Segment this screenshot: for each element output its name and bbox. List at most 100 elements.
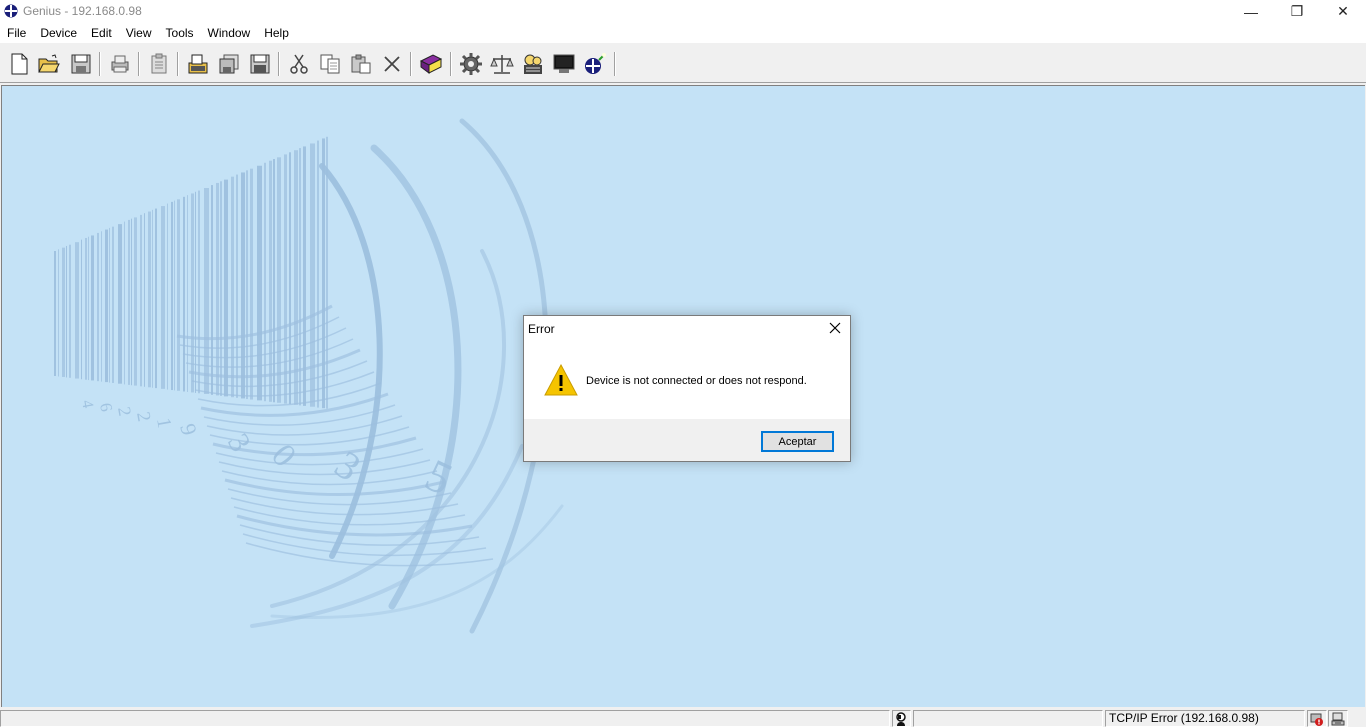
restore-button[interactable]: ❐ (1274, 0, 1320, 23)
status-bar: TCP/IP Error (192.168.0.98) (0, 709, 1366, 727)
settings-button[interactable] (458, 51, 484, 77)
scale-icon (490, 55, 514, 74)
barcode-digit: 2 (114, 405, 135, 417)
open-folder-button[interactable] (36, 51, 62, 77)
gear-icon (460, 53, 482, 75)
barcode-digit: 5 (418, 449, 460, 505)
open-folder-icon (38, 54, 60, 73)
clipboard-icon (151, 53, 167, 74)
menu-tools[interactable]: Tools (166, 26, 194, 40)
barcode-bar (58, 249, 59, 377)
barcode-bar (220, 181, 222, 396)
paste-button[interactable] (348, 51, 374, 77)
delete-button[interactable] (379, 51, 405, 77)
barcode-bar (167, 203, 168, 390)
clipboard-button[interactable] (146, 51, 172, 77)
menu-view[interactable]: View (126, 26, 152, 40)
connect-button[interactable] (582, 51, 608, 77)
open-file-button[interactable] (185, 51, 211, 77)
barcode-bar (299, 148, 301, 406)
copy-icon (320, 54, 340, 74)
barcode-stroke (236, 514, 473, 537)
barcode-bar (54, 251, 56, 376)
status-error-panel[interactable] (1307, 710, 1327, 727)
barcode-bar (112, 226, 114, 383)
menu-edit[interactable]: Edit (91, 26, 112, 40)
toolbar-separator (410, 52, 412, 76)
save-button[interactable] (68, 51, 94, 77)
barcode-bar (161, 206, 165, 389)
barcode-bar (246, 170, 248, 400)
minimize-button[interactable]: — (1228, 0, 1274, 23)
close-icon: ✕ (1337, 3, 1349, 19)
barcode-stroke (230, 497, 459, 516)
barcode-bar (118, 224, 122, 384)
barcode-bar (204, 188, 209, 394)
copy-button[interactable] (317, 51, 343, 77)
toolbar-separator (278, 52, 280, 76)
error-dialog: Error Device is not connected or does no… (523, 315, 851, 462)
save-all-button[interactable] (247, 51, 273, 77)
scale-button[interactable] (489, 51, 515, 77)
barcode-bar (224, 179, 228, 397)
device-settings-button[interactable] (520, 51, 546, 77)
copy-disk-button[interactable] (216, 51, 242, 77)
barcode-bar (171, 201, 173, 391)
barcode-bar (155, 208, 157, 389)
help-book-button[interactable] (418, 51, 444, 77)
menu-window[interactable]: Window (208, 26, 251, 40)
barcode-bar (109, 227, 110, 383)
cut-icon (290, 54, 308, 74)
menu-device[interactable]: Device (40, 26, 77, 40)
barcode-bar (303, 146, 306, 406)
title-bar: Genius - 192.168.0.98 — ❐ ✕ (0, 0, 1366, 23)
device-settings-icon (524, 54, 542, 74)
aceptar-button[interactable]: Aceptar (761, 431, 834, 452)
barcode-bar (195, 191, 196, 393)
toolbar-separator (450, 52, 452, 76)
barcode-bar (250, 168, 253, 400)
barcode-bar (289, 152, 291, 405)
barcode-bar (81, 239, 82, 380)
barcode-bar (148, 211, 151, 388)
barcode-digit: 9 (175, 421, 202, 438)
dialog-footer: Aceptar (524, 419, 850, 461)
status-blank-panel (913, 710, 1103, 727)
monitor-button[interactable] (551, 51, 577, 77)
status-network-panel[interactable] (1328, 710, 1348, 727)
paste-icon (351, 54, 371, 74)
delete-icon (384, 56, 400, 72)
barcode-bar (277, 157, 281, 403)
print-button[interactable] (107, 51, 133, 77)
barcode-bar (284, 154, 287, 404)
barcode-bar (97, 232, 99, 382)
barcode-bar (62, 247, 65, 377)
barcode-bars (54, 136, 328, 409)
barcode-bar (187, 195, 188, 392)
connection-error-icon (1310, 713, 1323, 726)
new-document-icon (11, 53, 28, 75)
dialog-close-button[interactable] (820, 316, 850, 340)
connect-icon (585, 53, 606, 74)
close-icon (829, 322, 841, 334)
barcode-bar (269, 160, 272, 402)
new-document-button[interactable] (6, 51, 32, 77)
menu-file[interactable]: File (7, 26, 26, 40)
menu-help[interactable]: Help (264, 26, 289, 40)
user-icon (896, 711, 906, 726)
toolbar-separator (138, 52, 140, 76)
barcode-bar (294, 150, 298, 405)
barcode-bar (231, 176, 234, 398)
barcode-bar (144, 213, 145, 387)
barcode-digit: 1 (152, 416, 175, 430)
toolbar (0, 43, 1366, 83)
barcode-bar (140, 214, 142, 387)
cut-button[interactable] (286, 51, 312, 77)
restore-icon: ❐ (1290, 3, 1304, 19)
barcode-bar (134, 217, 137, 386)
close-window-button[interactable]: ✕ (1320, 0, 1366, 23)
status-user-panel (892, 710, 911, 727)
barcode-bar (317, 140, 319, 408)
barcode-bar (128, 219, 130, 385)
barcode-bar (198, 190, 200, 394)
